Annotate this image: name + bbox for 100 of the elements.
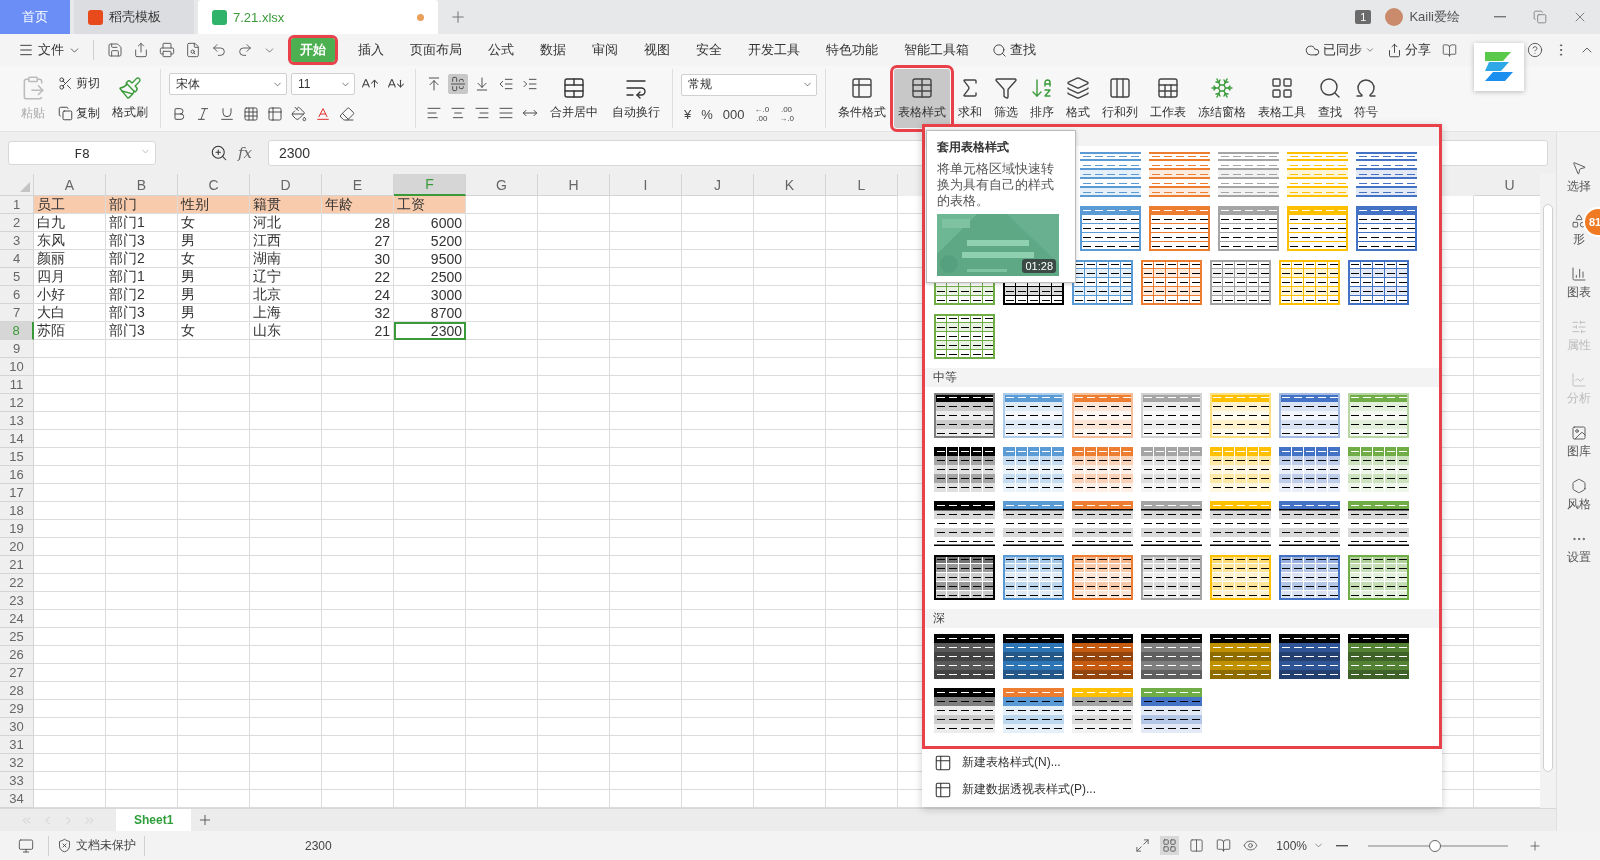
row-header[interactable]: 20 [0, 538, 34, 556]
menu-tab[interactable]: 开发工具 [739, 38, 809, 62]
row-header[interactable]: 30 [0, 718, 34, 736]
table-style-swatch[interactable] [934, 393, 995, 438]
menu-tab[interactable]: 特色功能 [817, 38, 887, 62]
menu-tab[interactable]: 插入 [349, 38, 393, 62]
search-button[interactable]: 查找 [986, 41, 1042, 59]
table-style-swatch[interactable] [1279, 501, 1340, 546]
table-style-swatch[interactable] [1149, 152, 1210, 197]
ribbon-button[interactable]: 排序 [1026, 69, 1058, 128]
table-style-swatch[interactable] [1210, 447, 1271, 492]
menu-tab[interactable]: 页面布局 [401, 38, 471, 62]
table-style-swatch[interactable] [1279, 393, 1340, 438]
file-menu[interactable]: 文件 [14, 41, 85, 59]
row-header[interactable]: 1 [0, 196, 34, 214]
font-size-field[interactable]: 11 [291, 73, 355, 96]
table-style-swatch[interactable] [1072, 634, 1133, 679]
menu-tab[interactable]: 审阅 [583, 38, 627, 62]
table-style-swatch[interactable] [1141, 555, 1202, 600]
row-header[interactable]: 10 [0, 358, 34, 376]
ribbon-button[interactable]: 表格工具 [1254, 69, 1310, 128]
ribbon-button[interactable]: 格式 [1062, 69, 1094, 128]
table-style-swatch[interactable] [1218, 206, 1279, 251]
table-style-swatch[interactable] [1003, 688, 1064, 733]
function-label[interactable]: fx [238, 144, 252, 162]
row-header[interactable]: 25 [0, 628, 34, 646]
zoom-level[interactable]: 100% [1276, 838, 1307, 853]
table-style-swatch[interactable] [1218, 152, 1279, 197]
row-header[interactable]: 11 [0, 376, 34, 394]
sync-button[interactable]: 已同步 [1299, 41, 1381, 59]
row-header[interactable]: 6 [0, 286, 34, 304]
sidebar-item[interactable]: 设置 [1566, 531, 1591, 566]
currency-button[interactable]: ¥ [681, 106, 695, 122]
menu-tab[interactable]: 智能工具箱 [895, 38, 978, 62]
sheet-tab[interactable]: Sheet1 [116, 809, 192, 831]
table-style-swatch[interactable] [1072, 501, 1133, 546]
table-style-swatch[interactable] [1348, 555, 1409, 600]
floating-logo-icon[interactable] [1474, 43, 1524, 91]
row-header[interactable]: 2 [0, 214, 34, 232]
name-box[interactable]: F8 [8, 141, 156, 165]
row-header[interactable]: 28 [0, 682, 34, 700]
decimal-button[interactable]: .00 →.0 [776, 105, 797, 124]
vertical-align-button[interactable] [448, 73, 468, 94]
table-style-swatch[interactable] [1141, 501, 1202, 546]
ribbon-button[interactable]: 符号 [1350, 69, 1382, 128]
ribbon-button[interactable]: 条件格式 [834, 69, 890, 128]
table-style-swatch[interactable] [1210, 260, 1271, 305]
window-count-badge[interactable]: 1 [1355, 10, 1372, 24]
scrollbar-thumb[interactable] [1543, 204, 1553, 772]
row-header[interactable]: 27 [0, 664, 34, 682]
row-header[interactable]: 13 [0, 412, 34, 430]
row-header[interactable]: 15 [0, 448, 34, 466]
table-style-swatch[interactable] [1072, 688, 1133, 733]
row-header[interactable]: 29 [0, 700, 34, 718]
table-style-swatch[interactable] [1141, 447, 1202, 492]
row-header[interactable]: 16 [0, 466, 34, 484]
table-style-swatch[interactable] [1003, 634, 1064, 679]
menu-tab[interactable]: 视图 [635, 38, 679, 62]
thousands-button[interactable]: 000 [719, 106, 748, 122]
column-header[interactable]: G [466, 174, 538, 196]
table-style-swatch[interactable] [1080, 206, 1141, 251]
ribbon-button[interactable]: 查找 [1314, 69, 1346, 128]
table-style-swatch[interactable] [1279, 447, 1340, 492]
table-style-swatch[interactable] [1210, 501, 1271, 546]
table-style-swatch[interactable] [934, 447, 995, 492]
column-header[interactable]: K [754, 174, 826, 196]
row-header[interactable]: 3 [0, 232, 34, 250]
ribbon-button[interactable]: 工作表 [1146, 69, 1190, 128]
column-header[interactable]: J [682, 174, 754, 196]
row-header[interactable]: 19 [0, 520, 34, 538]
table-style-swatch[interactable] [1080, 152, 1141, 197]
row-header[interactable]: 17 [0, 484, 34, 502]
ribbon-button[interactable]: 筛选 [990, 69, 1022, 128]
table-style-swatch[interactable] [934, 634, 995, 679]
table-style-swatch[interactable] [1141, 688, 1202, 733]
table-style-swatch[interactable] [1072, 555, 1133, 600]
table-style-swatch[interactable] [1356, 152, 1417, 197]
row-header[interactable]: 4 [0, 250, 34, 268]
menu-tab[interactable]: 数据 [531, 38, 575, 62]
wrap-text-button[interactable]: 自动换行 [608, 69, 664, 128]
number-format-field[interactable]: 常规 [681, 73, 817, 96]
column-header[interactable]: B [106, 174, 178, 196]
column-header[interactable]: D [250, 174, 322, 196]
document-tab[interactable]: 首页 [0, 0, 70, 34]
row-header[interactable]: 5 [0, 268, 34, 286]
clipboard-button[interactable]: 剪切 [56, 74, 102, 94]
sidebar-item[interactable]: 选择 [1566, 160, 1591, 195]
table-style-swatch[interactable] [1141, 634, 1202, 679]
table-style-swatch[interactable] [1279, 634, 1340, 679]
font-name-field[interactable]: 宋体 [169, 73, 287, 96]
row-header[interactable]: 7 [0, 304, 34, 322]
table-style-swatch[interactable] [1072, 447, 1133, 492]
clipboard-button[interactable]: 复制 [56, 103, 102, 123]
table-style-swatch[interactable] [934, 501, 995, 546]
row-header[interactable]: 9 [0, 340, 34, 358]
sidebar-item[interactable]: 图库 [1566, 425, 1591, 460]
table-style-swatch[interactable] [1348, 634, 1409, 679]
decimal-button[interactable]: ←.0 .00 [751, 105, 773, 124]
row-header[interactable]: 24 [0, 610, 34, 628]
document-tab[interactable]: 7.21.xlsx [198, 0, 438, 34]
